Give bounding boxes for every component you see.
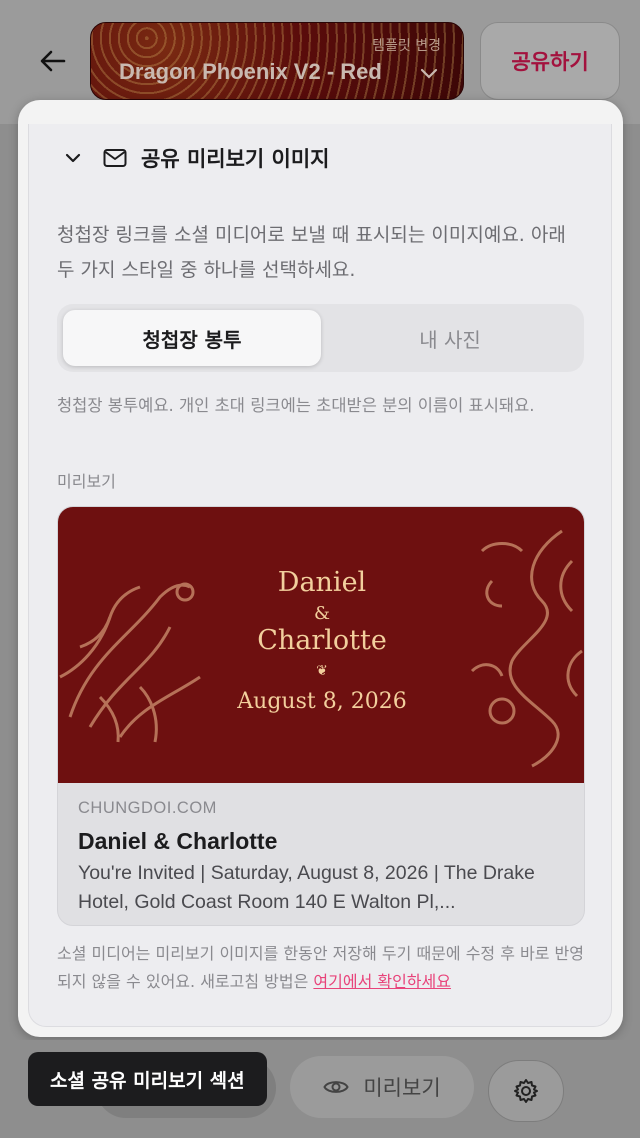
preview-ampersand: &	[313, 603, 331, 624]
arrow-left-icon	[40, 50, 66, 72]
share-preview-card: 공유 미리보기 이미지 청첩장 링크를 소셜 미디어로 보낼 때 표시되는 이미…	[28, 124, 612, 1027]
segment-my-photo[interactable]: 내 사진	[321, 310, 579, 366]
preview-name-1: Daniel	[277, 567, 367, 598]
preview-description: You're Invited | Saturday, August 8, 202…	[78, 862, 535, 913]
preview-meta: CHUNGDOI.COM Daniel & Charlotte You're I…	[78, 799, 570, 917]
gear-icon	[514, 1079, 538, 1103]
style-hint: 청첩장 봉투예요. 개인 초대 링크에는 초대받은 분의 이름이 표시돼요.	[57, 396, 535, 415]
preview-label: 미리보기	[57, 472, 116, 491]
share-button[interactable]: 공유하기	[480, 22, 620, 100]
preview-ornament: ❦	[316, 663, 328, 679]
preview-title: Daniel & Charlotte	[78, 828, 278, 854]
template-selector[interactable]: 템플릿 변경 Dragon Phoenix V2 - Red	[90, 22, 464, 100]
refresh-help-link[interactable]: 여기에서 확인하세요	[313, 972, 451, 991]
style-segmented-control: 청첩장 봉투 내 사진	[57, 304, 584, 372]
preview-domain: CHUNGDOI.COM	[78, 799, 217, 817]
share-preview-sheet: 공유 미리보기 이미지 청첩장 링크를 소셜 미디어로 보낼 때 표시되는 이미…	[18, 100, 623, 1037]
preview-name-2: Charlotte	[257, 625, 387, 656]
preview-image: Daniel & Charlotte ❦ August 8, 2026	[58, 507, 584, 783]
segment-envelope[interactable]: 청첩장 봉투	[63, 310, 321, 366]
preview-button[interactable]: 미리보기	[290, 1056, 474, 1118]
mail-icon	[103, 149, 127, 167]
eye-icon	[323, 1081, 349, 1093]
back-button[interactable]	[36, 44, 70, 78]
section-description: 청첩장 링크를 소셜 미디어로 보낼 때 표시되는 이미지예요. 아래 두 가지…	[57, 224, 566, 281]
chevron-down-icon	[420, 68, 438, 79]
preview-date: August 8, 2026	[237, 689, 407, 714]
template-change-label: 템플릿 변경	[372, 38, 441, 54]
link-preview-card: Daniel & Charlotte ❦ August 8, 2026 CHUN…	[57, 506, 585, 926]
preview-button-label: 미리보기	[363, 1076, 441, 1100]
section-tooltip: 소셜 공유 미리보기 섹션	[28, 1052, 267, 1106]
template-name: Dragon Phoenix V2 - Red	[119, 59, 382, 84]
settings-button[interactable]	[488, 1060, 564, 1122]
section-title: 공유 미리보기 이미지	[141, 147, 330, 171]
chevron-down-icon	[65, 153, 81, 163]
cache-note: 소셜 미디어는 미리보기 이미지를 한동안 저장해 두기 때문에 수정 후 바로…	[57, 940, 587, 996]
section-header[interactable]: 공유 미리보기 이미지	[63, 146, 330, 171]
